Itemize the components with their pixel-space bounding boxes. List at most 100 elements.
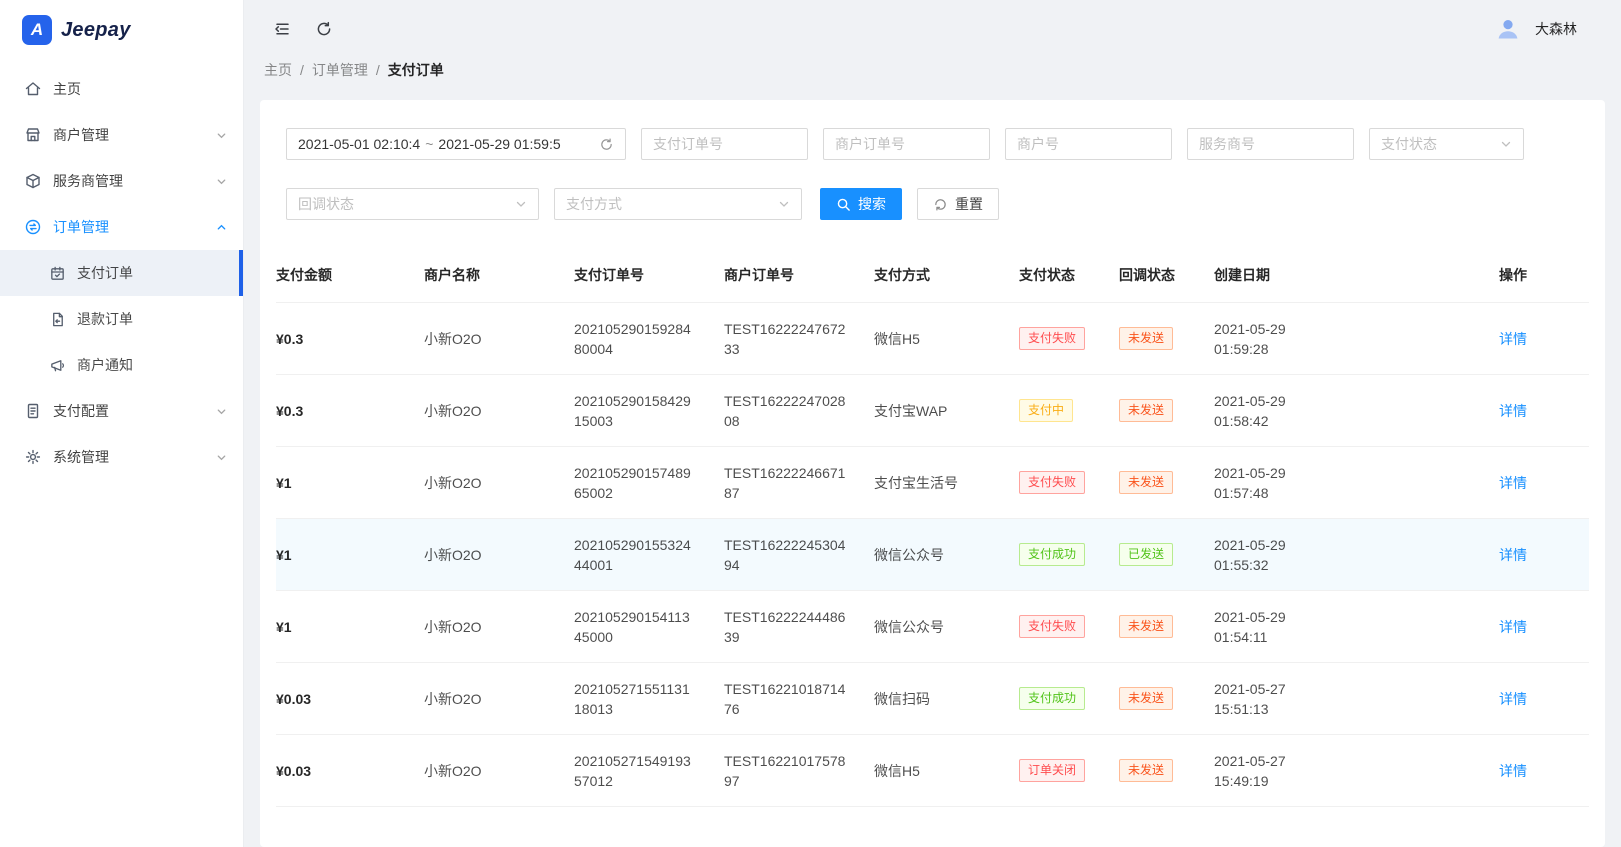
- column-header-merchant: 商户名称: [424, 248, 574, 303]
- amount-cell: ¥0.3: [276, 302, 424, 375]
- created-cell: 2021-05-29 01:54:11: [1214, 590, 1499, 663]
- merchant-cell: 小新O2O: [424, 446, 574, 519]
- detail-link[interactable]: 详情: [1499, 547, 1527, 563]
- sidebar-item-label: 支付配置: [53, 403, 109, 419]
- sidebar-item-isv-mgmt[interactable]: 服务商管理: [0, 158, 243, 204]
- callback-status-cell: 未发送: [1119, 374, 1214, 447]
- table-header-row: 支付金额 商户名称 支付订单号 商户订单号 支付方式 支付状态 回调状态 创建日…: [276, 248, 1589, 303]
- brand-logo[interactable]: A Jeepay: [0, 0, 243, 60]
- main-area: 大森林 主页 / 订单管理 / 支付订单 2021-05-01 02:10:4 …: [244, 0, 1621, 847]
- callback-status-cell: 未发送: [1119, 590, 1214, 663]
- pay-order-number: 20210529015411345000: [574, 608, 690, 645]
- sidebar-item-label: 服务商管理: [53, 173, 123, 189]
- sidebar-item-order-mgmt[interactable]: 订单管理: [0, 204, 243, 250]
- pay-status-select[interactable]: 支付状态: [1369, 128, 1524, 160]
- callback-status-select[interactable]: 回调状态: [286, 188, 539, 220]
- pay-status-cell: 支付成功: [1019, 518, 1119, 591]
- sidebar-item-pay-config[interactable]: 支付配置: [0, 388, 243, 434]
- mch-no-input[interactable]: [1005, 128, 1172, 160]
- menu-fold-icon[interactable]: [264, 11, 300, 47]
- column-header-pay-order-no: 支付订单号: [574, 248, 724, 303]
- action-cell: 详情: [1499, 518, 1589, 591]
- action-cell: 详情: [1499, 302, 1589, 375]
- pay-method-select[interactable]: 支付方式: [554, 188, 802, 220]
- sidebar-item-pay-orders[interactable]: 支付订单: [0, 250, 243, 296]
- refund-document-icon: [48, 310, 66, 328]
- created-date: 2021-05-29 01:55:32: [1214, 536, 1286, 573]
- method-cell: 微信扫码: [874, 662, 1019, 735]
- sidebar-item-merchant-mgmt[interactable]: 商户管理: [0, 112, 243, 158]
- sidebar-item-label: 商户管理: [53, 127, 109, 143]
- amount-cell: ¥0.03: [276, 662, 424, 735]
- pay-order-no-input[interactable]: [641, 128, 808, 160]
- sidebar-item-home[interactable]: 主页: [0, 66, 243, 112]
- detail-link[interactable]: 详情: [1499, 619, 1527, 635]
- created-date: 2021-05-29 01:59:28: [1214, 320, 1286, 357]
- pay-order-number: 20210529015928480004: [574, 320, 691, 357]
- gear-icon: [24, 448, 42, 466]
- sidebar-item-label: 订单管理: [53, 219, 109, 235]
- sidebar-item-refund-orders[interactable]: 退款订单: [0, 296, 243, 342]
- pay-method-select-placeholder: 支付方式: [566, 196, 622, 212]
- mch-order-number: TEST1622101871476: [724, 680, 846, 717]
- isv-no-input[interactable]: [1187, 128, 1354, 160]
- reset-button[interactable]: 重置: [917, 188, 999, 220]
- callback-status-badge: 未发送: [1119, 759, 1174, 782]
- action-cell: 详情: [1499, 446, 1589, 519]
- amount-cell: ¥1: [276, 590, 424, 663]
- column-header-method: 支付方式: [874, 248, 1019, 303]
- pay-status-cell: 支付中: [1019, 374, 1119, 447]
- table-row: ¥0.3 小新O2O 20210529015928480004 TEST1622…: [276, 302, 1589, 375]
- created-cell: 2021-05-29 01:58:42: [1214, 374, 1499, 447]
- detail-link[interactable]: 详情: [1499, 403, 1527, 419]
- action-cell: 详情: [1499, 374, 1589, 447]
- detail-link[interactable]: 详情: [1499, 691, 1527, 707]
- amount-cell: ¥0.3: [276, 374, 424, 447]
- table-row: ¥1 小新O2O 20210529015532444001 TEST162222…: [276, 518, 1589, 591]
- sidebar-item-label: 支付订单: [77, 265, 133, 281]
- merchant-cell: 小新O2O: [424, 518, 574, 591]
- username[interactable]: 大森林: [1535, 19, 1577, 39]
- method-cell: 微信H5: [874, 734, 1019, 807]
- chevron-down-icon: [216, 406, 227, 417]
- detail-link[interactable]: 详情: [1499, 763, 1527, 779]
- method-cell: 微信公众号: [874, 590, 1019, 663]
- search-filters: 2021-05-01 02:10:4 ~ 2021-05-29 01:59:5 …: [276, 128, 1589, 220]
- table-row: ¥0.03 小新O2O 20210527155113118013 TEST162…: [276, 662, 1589, 735]
- mch-order-no-input[interactable]: [823, 128, 990, 160]
- breadcrumb-order-mgmt[interactable]: 订单管理: [312, 60, 368, 80]
- shop-icon: [24, 126, 42, 144]
- callback-status-cell: 未发送: [1119, 734, 1214, 807]
- cube-icon: [24, 172, 42, 190]
- column-header-mch-order-no: 商户订单号: [724, 248, 874, 303]
- sidebar-item-system-mgmt[interactable]: 系统管理: [0, 434, 243, 480]
- table-row: ¥1 小新O2O 20210529015748965002 TEST162222…: [276, 446, 1589, 519]
- callback-status-badge: 未发送: [1119, 399, 1174, 422]
- refresh-icon[interactable]: [306, 11, 342, 47]
- breadcrumb-home[interactable]: 主页: [264, 60, 292, 80]
- pay-order-number: 20210527155113118013: [574, 680, 690, 717]
- reset-icon: [933, 197, 948, 212]
- user-avatar-icon[interactable]: [1495, 16, 1521, 42]
- merchant-cell: 小新O2O: [424, 734, 574, 807]
- table-row: ¥0.3 小新O2O 20210529015842915003 TEST1622…: [276, 374, 1589, 447]
- callback-status-cell: 未发送: [1119, 662, 1214, 735]
- brand-name: Jeepay: [61, 18, 131, 41]
- date-range-picker[interactable]: 2021-05-01 02:10:4 ~ 2021-05-29 01:59:5: [286, 128, 626, 160]
- pay-order-number: 20210527154919357012: [574, 752, 691, 789]
- search-button[interactable]: 搜索: [820, 188, 902, 220]
- pay-status-badge: 支付失败: [1019, 471, 1086, 494]
- callback-status-badge: 未发送: [1119, 471, 1174, 494]
- mch-order-number: TEST1622224702808: [724, 392, 846, 429]
- sidebar-item-label: 系统管理: [53, 449, 109, 465]
- pay-status-select-placeholder: 支付状态: [1381, 136, 1437, 152]
- callback-status-cell: 未发送: [1119, 302, 1214, 375]
- date-range-end: 2021-05-29 01:59:5: [438, 136, 561, 152]
- mch-order-no-cell: TEST1622224702808: [724, 374, 874, 447]
- detail-link[interactable]: 详情: [1499, 475, 1527, 491]
- column-header-callback-status: 回调状态: [1119, 248, 1214, 303]
- callback-status-badge: 未发送: [1119, 615, 1174, 638]
- sidebar-item-merchant-notify[interactable]: 商户通知: [0, 342, 243, 388]
- detail-link[interactable]: 详情: [1499, 331, 1527, 347]
- table-row: ¥1 小新O2O 20210529015411345000 TEST162222…: [276, 590, 1589, 663]
